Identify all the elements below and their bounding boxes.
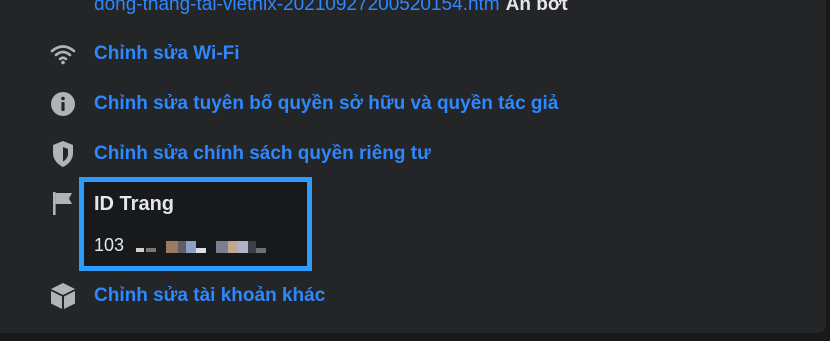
article-url-link[interactable]: dong-thang-tai-vietnix-20210927200520154… [94,0,500,15]
cube-icon [48,281,78,311]
shield-icon [48,139,78,169]
flag-icon [48,188,78,218]
info-icon [48,89,78,119]
edit-wifi-link[interactable]: Chỉnh sửa Wi-Fi [94,43,240,65]
page-id-value: 103 [94,235,125,255]
edit-privacy-policy-link[interactable]: Chỉnh sửa chính sách quyền riêng tư [94,143,431,165]
edit-ownership-statement-link[interactable]: Chỉnh sửa tuyên bố quyền sở hữu và quyền… [94,93,558,115]
page-info-panel: dong-thang-tai-vietnix-20210927200520154… [0,0,826,333]
page-id-title: ID Trang [94,193,175,215]
page-id-highlight-box [79,177,312,271]
hide-less-button[interactable]: Ẩn bớt [506,0,568,15]
edit-other-accounts-link[interactable]: Chỉnh sửa tài khoản khác [94,285,325,307]
top-link-row: dong-thang-tai-vietnix-20210927200520154… [94,0,568,16]
wifi-icon [48,39,78,69]
